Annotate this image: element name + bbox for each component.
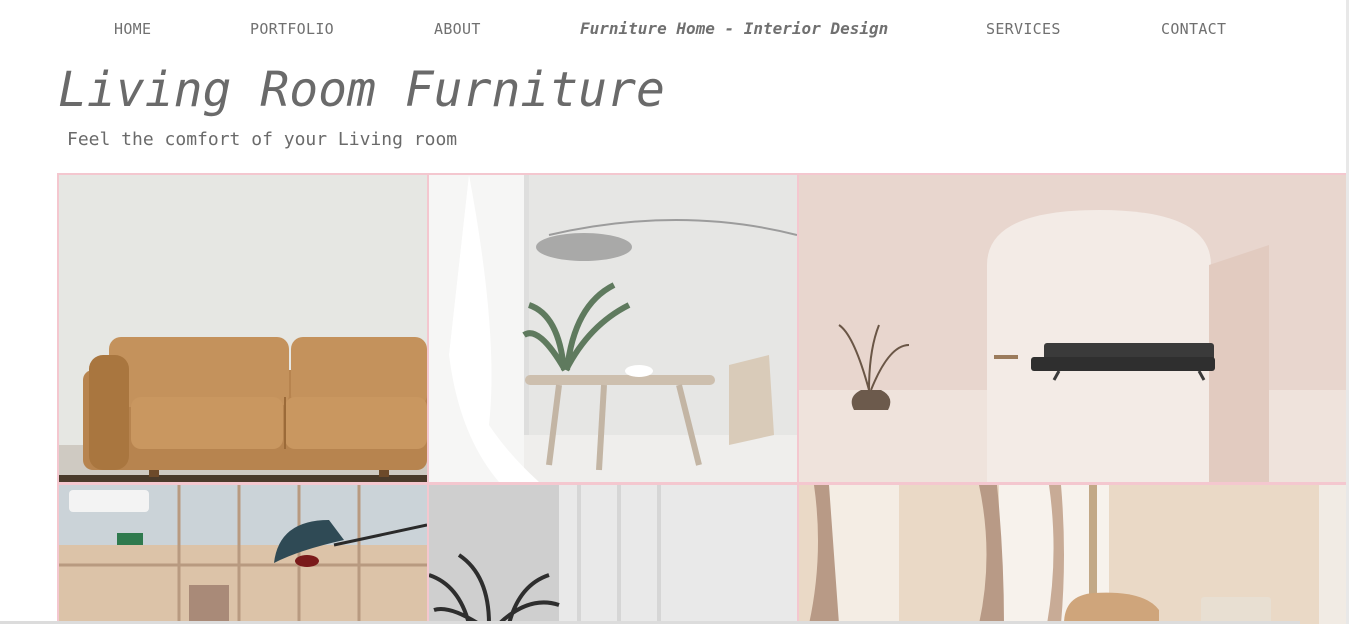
- beige-room-chair-image: [799, 485, 1346, 624]
- nav-home-link[interactable]: HOME: [114, 20, 151, 38]
- page-title: Living Room Furniture: [58, 62, 665, 118]
- nav-contact-link[interactable]: CONTACT: [1161, 20, 1226, 38]
- photo-gallery: [57, 173, 1346, 624]
- brand-name[interactable]: Furniture Home - Interior Design: [580, 19, 888, 38]
- gallery-photo-lamp-windows[interactable]: [59, 485, 427, 624]
- gallery-photo-leather-sofa[interactable]: [59, 175, 427, 482]
- lamp-windows-image: [59, 485, 427, 624]
- white-curtain-plant-image: [429, 485, 797, 624]
- gallery-photo-pink-arch-room[interactable]: [799, 175, 1346, 482]
- white-table-plant-image: [429, 175, 797, 482]
- gallery-photo-white-curtain-plant[interactable]: [429, 485, 797, 624]
- leather-sofa-image: [59, 175, 427, 482]
- top-navigation: HOME PORTFOLIO ABOUT Furniture Home - In…: [0, 0, 1349, 60]
- nav-services-link[interactable]: SERVICES: [986, 20, 1061, 38]
- gallery-photo-white-table-plant[interactable]: [429, 175, 797, 482]
- nav-about-link[interactable]: ABOUT: [434, 20, 481, 38]
- pink-arch-room-image: [799, 175, 1346, 482]
- nav-portfolio-link[interactable]: PORTFOLIO: [250, 20, 334, 38]
- gallery-photo-beige-room-chair[interactable]: [799, 485, 1346, 624]
- page-subtitle: Feel the comfort of your Living room: [67, 129, 458, 150]
